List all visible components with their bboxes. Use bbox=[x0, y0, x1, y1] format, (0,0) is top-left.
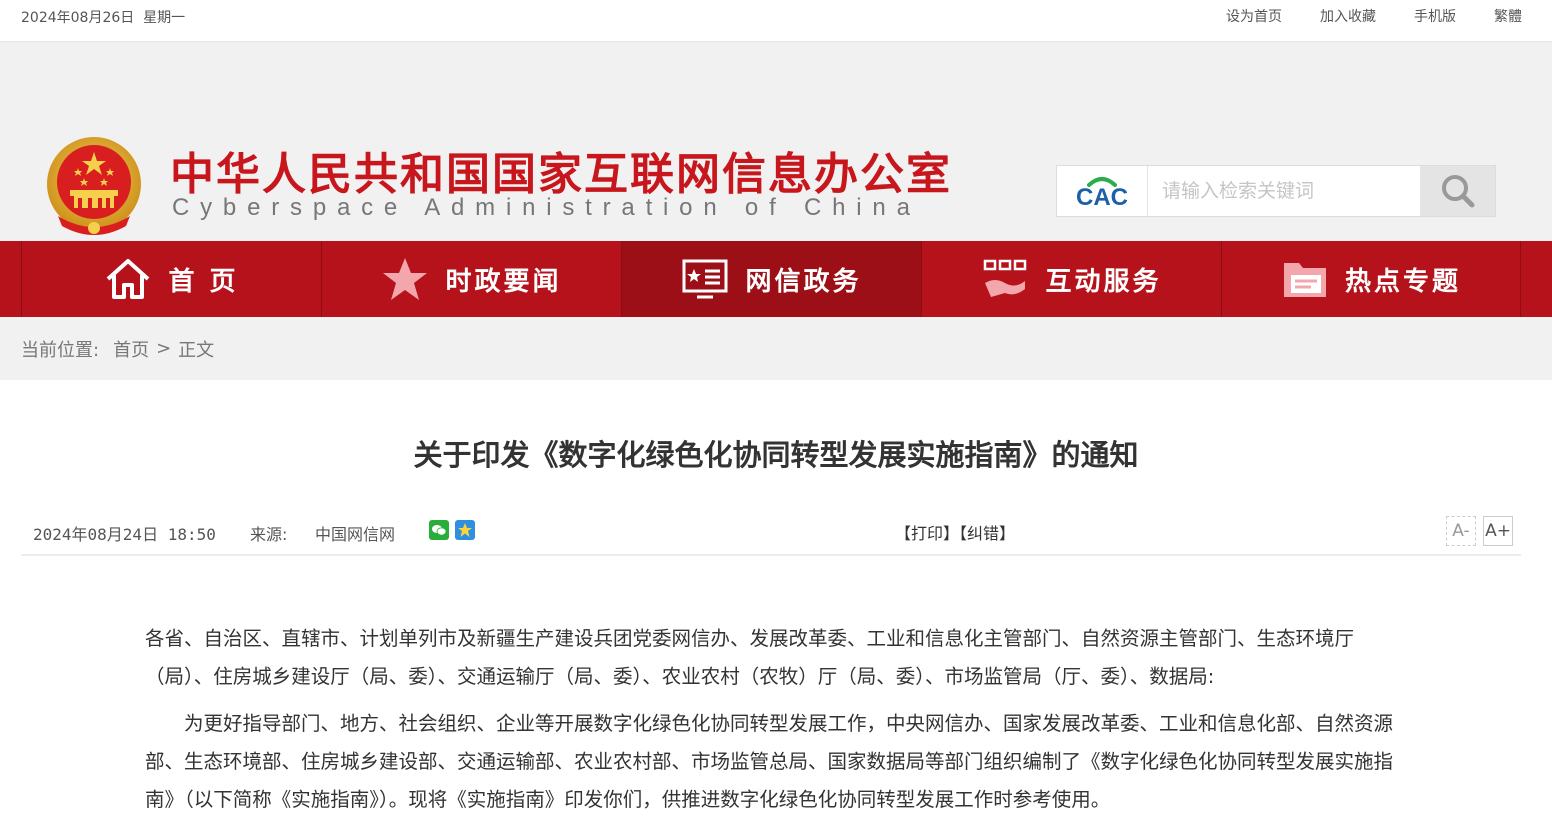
breadcrumb-current: 正文 bbox=[178, 339, 215, 361]
font-increase-button[interactable]: A+ bbox=[1483, 516, 1513, 546]
nav-item-affairs[interactable]: 网信政务 bbox=[621, 241, 921, 317]
nav-label: 网信政务 bbox=[745, 266, 862, 297]
breadcrumb-label: 当前位置: bbox=[21, 339, 100, 361]
breadcrumb-separator: > bbox=[156, 338, 172, 359]
weekday-text: 星期一 bbox=[143, 10, 186, 26]
monitor-icon bbox=[681, 257, 729, 301]
site-title-cn: 中华人民共和国国家互联网信息办公室 bbox=[170, 149, 952, 200]
article-paragraph: 为更好指导部门、地方、社会组织、企业等开展数字化绿色化协同转型发展工作，中央网信… bbox=[145, 712, 1394, 811]
publish-clock: 18:50 bbox=[167, 525, 216, 544]
current-date: 2024年08月26日 星期一 bbox=[21, 7, 185, 27]
site-title-en: Cyberspace Administration of China bbox=[172, 194, 921, 221]
article-body: 各省、自治区、直辖市、计划单列市及新疆生产建设兵团党委网信办、发展改革委、工业和… bbox=[145, 620, 1400, 828]
cac-logo-icon: CAC bbox=[1057, 166, 1148, 216]
search-icon bbox=[1441, 175, 1474, 208]
share-buttons bbox=[429, 520, 475, 540]
cac-logo-text: CAC bbox=[1076, 184, 1128, 209]
nav-item-interactive[interactable]: 互动服务 bbox=[921, 241, 1221, 317]
national-emblem-icon[interactable] bbox=[44, 134, 144, 238]
top-bar: 2024年08月26日 星期一 设为首页 加入收藏 手机版 繁體 bbox=[0, 0, 1552, 42]
publish-time: 2024年08月24日 18:50 bbox=[33, 521, 216, 545]
add-favorite-link[interactable]: 加入收藏 bbox=[1320, 6, 1376, 26]
qzone-share-icon[interactable] bbox=[455, 520, 475, 540]
print-button[interactable]: 【打印】 bbox=[895, 524, 959, 543]
home-icon bbox=[104, 257, 152, 301]
folder-icon bbox=[1281, 257, 1329, 301]
font-decrease-button[interactable]: A- bbox=[1446, 516, 1476, 546]
correct-button[interactable]: 【纠错】 bbox=[959, 524, 1015, 543]
breadcrumb-home-link[interactable]: 首页 bbox=[113, 336, 149, 362]
nav-item-home[interactable]: 首 页 bbox=[21, 241, 321, 317]
wechat-share-icon[interactable] bbox=[429, 520, 449, 540]
search-input[interactable] bbox=[1148, 166, 1420, 216]
article-tools: 【打印】【纠错】 bbox=[895, 520, 1015, 544]
breadcrumb: 当前位置: 首页 > 正文 bbox=[0, 317, 1552, 380]
nav-label: 时政要闻 bbox=[445, 266, 562, 297]
date-text: 2024年08月26日 bbox=[21, 10, 135, 26]
handshake-icon bbox=[981, 257, 1029, 301]
search-box: CAC bbox=[1056, 165, 1496, 217]
search-button[interactable] bbox=[1420, 166, 1495, 216]
top-links: 设为首页 加入收藏 手机版 繁體 bbox=[1188, 6, 1522, 26]
nav-label: 首 页 bbox=[168, 266, 239, 297]
mobile-version-link[interactable]: 手机版 bbox=[1414, 6, 1456, 26]
site-header: 中华人民共和国国家互联网信息办公室 Cyberspace Administrat… bbox=[0, 42, 1552, 241]
nav-label: 互动服务 bbox=[1045, 266, 1162, 297]
main-nav: 首 页 时政要闻 网信政务 互动服务 热点专题 bbox=[0, 241, 1552, 317]
nav-item-news[interactable]: 时政要闻 bbox=[321, 241, 621, 317]
traditional-chinese-link[interactable]: 繁體 bbox=[1494, 6, 1522, 26]
set-homepage-link[interactable]: 设为首页 bbox=[1226, 6, 1282, 26]
source-name: 中国网信网 bbox=[315, 525, 396, 544]
source-label: 来源: bbox=[250, 525, 288, 544]
nav-item-topics[interactable]: 热点专题 bbox=[1221, 241, 1521, 317]
article-meta: 2024年08月24日 18:50 来源: 中国网信网 【打印】【纠错】 A- … bbox=[21, 506, 1521, 556]
nav-label: 热点专题 bbox=[1344, 266, 1461, 297]
article-title: 关于印发《数字化绿色化协同转型发展实施指南》的通知 bbox=[413, 438, 1139, 472]
star-icon bbox=[381, 257, 429, 301]
article-paragraph: 各省、自治区、直辖市、计划单列市及新疆生产建设兵团党委网信办、发展改革委、工业和… bbox=[145, 627, 1355, 688]
publish-date: 2024年08月24日 bbox=[33, 525, 159, 544]
